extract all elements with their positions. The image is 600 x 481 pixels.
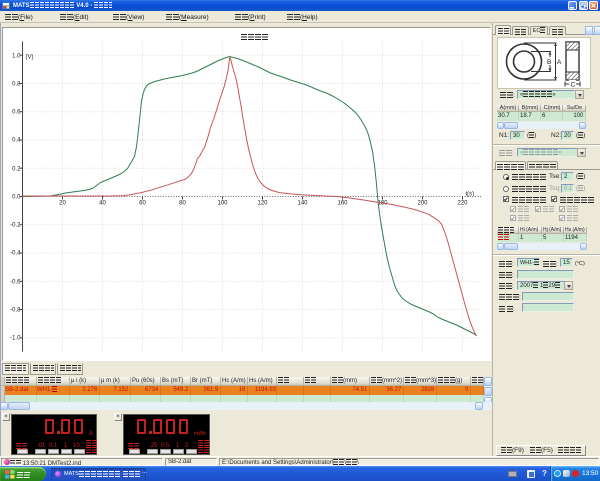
svg-text:0.6: 0.6 xyxy=(12,110,21,116)
svg-text:t(s): t(s) xyxy=(466,192,475,198)
svg-text:B: B xyxy=(547,59,551,66)
svg-text:A: A xyxy=(557,59,562,66)
svg-text:0.8: 0.8 xyxy=(12,82,21,88)
svg-text:160: 160 xyxy=(337,201,348,207)
svg-text:C: C xyxy=(571,82,576,89)
svg-text:80: 80 xyxy=(179,201,186,207)
svg-text:100: 100 xyxy=(217,201,228,207)
svg-text:220: 220 xyxy=(457,201,468,207)
svg-text:120: 120 xyxy=(257,201,268,207)
svg-text:-0.2: -0.2 xyxy=(10,223,21,229)
svg-text:-0.8: -0.8 xyxy=(10,308,21,314)
svg-text:140: 140 xyxy=(297,201,308,207)
svg-text:-0.4: -0.4 xyxy=(10,251,21,257)
svg-text:0.4: 0.4 xyxy=(12,138,21,144)
svg-text:-0.6: -0.6 xyxy=(10,280,21,286)
svg-text:-1.0: -1.0 xyxy=(10,336,21,342)
svg-text:(V): (V) xyxy=(26,55,34,61)
svg-text:40: 40 xyxy=(99,201,106,207)
svg-text:200: 200 xyxy=(417,201,428,207)
svg-text:0.2: 0.2 xyxy=(12,167,21,173)
svg-text:60: 60 xyxy=(139,201,146,207)
svg-text:1.0: 1.0 xyxy=(12,54,21,60)
svg-text:20: 20 xyxy=(59,201,66,207)
svg-text:0.0: 0.0 xyxy=(12,195,21,201)
